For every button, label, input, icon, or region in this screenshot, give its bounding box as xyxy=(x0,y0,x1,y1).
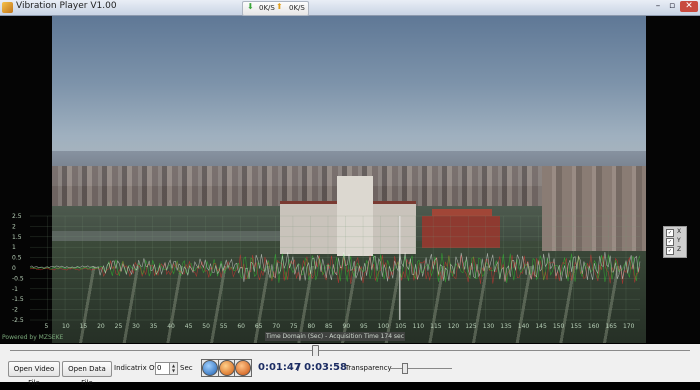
axis-z-checkbox[interactable]: ✓ xyxy=(666,247,674,255)
x-tick-label: 100 xyxy=(378,323,390,330)
x-tick-label: 75 xyxy=(290,323,298,330)
y-tick-label: -2.5 xyxy=(12,317,24,324)
current-time: 0:01:47 xyxy=(258,362,301,373)
y-tick-label: 2.5 xyxy=(12,213,22,220)
x-tick-label: 60 xyxy=(237,323,245,330)
y-tick-label: 1 xyxy=(12,244,16,251)
title-bar: Vibration Player V1.00 ⬇ 0K/S ⬆ 0K/S – ▫… xyxy=(0,0,700,16)
x-tick-label: 125 xyxy=(465,323,477,330)
stop-button[interactable] xyxy=(235,360,251,376)
axis-z-label: Z xyxy=(677,246,682,253)
download-speed: 0K/S xyxy=(259,4,275,12)
y-tick-label: 0.5 xyxy=(12,255,22,262)
x-tick-label: 15 xyxy=(80,323,88,330)
x-tick-label: 35 xyxy=(150,323,158,330)
x-tick-label: 150 xyxy=(553,323,565,330)
x-tick-label: 120 xyxy=(448,323,460,330)
x-tick-label: 155 xyxy=(570,323,582,330)
y-tick-label: -2 xyxy=(12,307,18,314)
open-data-button[interactable]: Open Data File xyxy=(62,361,112,387)
y-tick-label: 1.5 xyxy=(12,234,22,241)
y-tick-label: 0 xyxy=(12,265,16,272)
close-button[interactable]: ✕ xyxy=(680,1,698,12)
axes-panel: ✓ X ✓ Y ✓ Z xyxy=(663,226,687,258)
y-axis-ticks: 2.5 2 1.5 1 0.5 0 -0.5 -1 -1.5 -2 -2.5 xyxy=(12,213,24,324)
axis-y-row[interactable]: ✓ Y xyxy=(666,237,685,246)
x-tick-label: 55 xyxy=(220,323,228,330)
x-tick-label: 135 xyxy=(500,323,512,330)
network-meter: ⬇ 0K/S ⬆ 0K/S xyxy=(242,1,309,16)
x-tick-label: 70 xyxy=(272,323,280,330)
minimize-button[interactable]: – xyxy=(652,1,664,12)
control-bar: Open Video File Open Data File Indicatri… xyxy=(0,356,700,387)
app-icon xyxy=(2,2,13,13)
x-tick-label: 40 xyxy=(167,323,175,330)
transparency-thumb[interactable] xyxy=(402,363,408,374)
axis-z-row[interactable]: ✓ Z xyxy=(666,246,685,255)
upload-speed: 0K/S xyxy=(289,4,305,12)
x-tick-label: 145 xyxy=(535,323,547,330)
window-title: Vibration Player V1.00 xyxy=(16,1,117,11)
x-tick-label: 10 xyxy=(62,323,70,330)
x-tick-label: 130 xyxy=(483,323,495,330)
seek-bar[interactable] xyxy=(0,344,700,357)
spin-down-icon[interactable]: ▼ xyxy=(170,368,177,373)
x-tick-label: 85 xyxy=(325,323,333,330)
axis-x-row[interactable]: ✓ X xyxy=(666,228,685,237)
upload-arrow-icon: ⬆ xyxy=(276,2,283,11)
transparency-track[interactable] xyxy=(388,368,452,369)
x-tick-label: 90 xyxy=(343,323,351,330)
axis-x-label: X xyxy=(677,228,682,235)
y-tick-label: -0.5 xyxy=(12,275,24,282)
x-tick-label: 95 xyxy=(360,323,368,330)
maximize-button[interactable]: ▫ xyxy=(666,1,678,12)
x-tick-label: 5 xyxy=(45,323,49,330)
x-tick-label: 165 xyxy=(605,323,617,330)
x-tick-label: 160 xyxy=(588,323,600,330)
axis-y-checkbox[interactable]: ✓ xyxy=(666,238,674,246)
x-tick-label: 140 xyxy=(518,323,530,330)
x-tick-label: 115 xyxy=(430,323,442,330)
offset-stepper[interactable]: ▲ ▼ xyxy=(169,362,178,375)
powered-by-label: Powered by MZSEKE xyxy=(2,334,64,341)
y-tick-label: 2 xyxy=(12,223,16,230)
x-tick-label: 30 xyxy=(132,323,140,330)
vibration-graph[interactable]: 2.5 2 1.5 1 0.5 0 -0.5 -1 -1.5 -2 -2.5 5 10 15 20 25 30… xyxy=(0,212,648,342)
y-tick-label: -1.5 xyxy=(12,296,24,303)
pause-button[interactable] xyxy=(219,360,235,376)
x-tick-label: 80 xyxy=(307,323,315,330)
offset-unit: Sec xyxy=(180,364,193,372)
x-tick-label: 65 xyxy=(255,323,263,330)
seek-track[interactable] xyxy=(10,350,690,351)
play-button[interactable] xyxy=(202,360,218,376)
x-tick-label: 110 xyxy=(413,323,425,330)
y-tick-label: -1 xyxy=(12,286,18,293)
axis-y-label: Y xyxy=(677,237,681,244)
open-video-button[interactable]: Open Video File xyxy=(8,361,60,387)
total-time: / 0:03:58 xyxy=(297,362,347,373)
x-tick-label: 20 xyxy=(97,323,105,330)
x-tick-label: 105 xyxy=(395,323,407,330)
x-tick-label: 45 xyxy=(185,323,193,330)
download-arrow-icon: ⬇ xyxy=(247,2,254,11)
x-tick-label: 50 xyxy=(202,323,210,330)
x-tick-label: 170 xyxy=(623,323,635,330)
offset-input[interactable]: 0 xyxy=(155,362,170,375)
graph-axis-title: Time Domain (Sec) - Acquisition Time 174… xyxy=(265,332,405,341)
x-axis-ticks: 5 10 15 20 25 30 35 40 45 50 55 60 65 70 75 80 85 90 95 100… xyxy=(45,323,635,330)
transparency-label: Transparency xyxy=(345,364,392,372)
axis-x-checkbox[interactable]: ✓ xyxy=(666,229,674,237)
x-tick-label: 25 xyxy=(115,323,123,330)
